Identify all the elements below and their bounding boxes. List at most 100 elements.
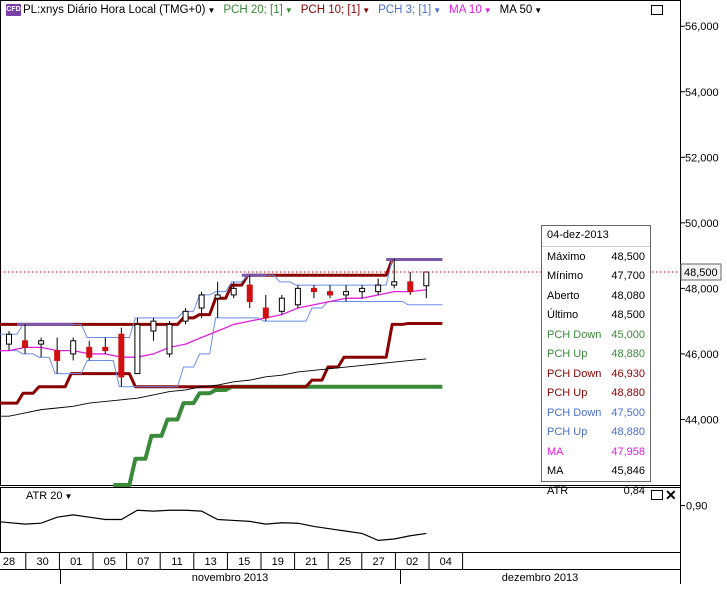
date-tick-label: 19 <box>272 556 284 568</box>
candle-body[interactable] <box>278 297 285 312</box>
date-tick-label: 28 <box>3 556 15 568</box>
date-tick-label: 30 <box>36 556 48 568</box>
candle-body[interactable] <box>359 287 366 293</box>
atr-indicator-label[interactable]: ATR 20 ▼ <box>26 490 72 502</box>
candle-body[interactable] <box>86 346 93 358</box>
candle-body[interactable] <box>70 340 77 355</box>
candle-body[interactable] <box>310 287 317 293</box>
price-tick-label: 44,000 <box>685 414 719 426</box>
date-tick-label: 15 <box>238 556 250 568</box>
candle-body[interactable] <box>118 333 125 378</box>
indicator-label: MA 50 <box>499 4 533 16</box>
data-window-row: PCH Down 45,000 <box>542 325 650 345</box>
month-label: dezembro 2013 <box>502 572 578 584</box>
data-window-value: 0,84 <box>623 484 645 497</box>
date-tick-label: 05 <box>104 556 116 568</box>
indicator-label: PCH 10; [1] <box>300 4 361 16</box>
candle-body[interactable] <box>423 271 430 287</box>
chevron-down-icon: ▼ <box>362 5 371 15</box>
data-window-label: PCH Up <box>547 387 588 400</box>
candle-body[interactable] <box>375 284 382 293</box>
data-window-label: ATR <box>547 484 569 497</box>
date-tick-label: 01 <box>70 556 82 568</box>
maximize-atr-pane-button[interactable] <box>651 490 663 500</box>
data-window-row: Máximo 48,500 <box>542 247 650 267</box>
data-window-value: 46,930 <box>611 367 645 380</box>
symbol-selector[interactable]: PL:xnys Diário Hora Local (TMG+0) ▼ <box>23 4 215 16</box>
atr-label-text: ATR 20 <box>26 490 63 502</box>
candle-body[interactable] <box>198 294 205 309</box>
data-window-value: 48,880 <box>611 387 645 400</box>
date-tick-label: 13 <box>204 556 216 568</box>
date-tick-label: 04 <box>440 556 452 568</box>
candle-body[interactable] <box>262 307 269 319</box>
data-window-value: 47,500 <box>611 406 645 419</box>
chevron-down-icon: ▼ <box>534 5 543 15</box>
candle-body[interactable] <box>102 346 109 352</box>
atr-tick-label: 0,90 <box>686 501 707 513</box>
data-window-value: 48,080 <box>611 289 645 302</box>
date-tick-label: 25 <box>339 556 351 568</box>
data-window-label: PCH Up <box>547 348 588 361</box>
month-label: novembro 2013 <box>192 572 268 584</box>
data-window-row: MA 47,958 <box>542 442 650 462</box>
data-window-value: 48,500 <box>611 309 645 322</box>
chart-legend: CFD PL:xnys Diário Hora Local (TMG+0) ▼ … <box>0 0 542 20</box>
data-window-row: ATR 0,84 <box>542 481 650 501</box>
candle-body[interactable] <box>327 291 333 296</box>
data-window-date: 04-dez-2013 <box>542 226 650 247</box>
candle-body[interactable] <box>246 284 253 302</box>
data-window-value: 47,958 <box>611 445 645 458</box>
date-tick-label: 02 <box>406 556 418 568</box>
candle-body[interactable] <box>38 340 45 345</box>
candle-body[interactable] <box>182 310 189 322</box>
data-window-label: Máximo <box>547 250 586 263</box>
candle-body[interactable] <box>166 323 173 355</box>
candle-body[interactable] <box>214 294 221 299</box>
date-tick-label: 11 <box>171 556 182 568</box>
symbol-label: PL:xnys Diário Hora Local (TMG+0) <box>23 4 206 16</box>
data-window-row: PCH Up 48,880 <box>542 384 650 404</box>
indicator-pch-20-1[interactable]: PCH 20; [1] ▼ <box>223 4 292 16</box>
data-window-value: 45,000 <box>611 328 645 341</box>
candle-body[interactable] <box>22 340 29 348</box>
chevron-down-icon: ▼ <box>207 5 216 15</box>
candle-body[interactable] <box>54 350 61 361</box>
indicator-pch-3-1[interactable]: PCH 3; [1] ▼ <box>378 4 441 16</box>
indicator-ma-10[interactable]: MA 10 ▼ <box>449 4 492 16</box>
indicator-label: MA 10 <box>449 4 482 16</box>
date-tick-label: 07 <box>137 556 149 568</box>
candle-body[interactable] <box>230 287 237 296</box>
price-tick-label: 56,000 <box>685 21 719 33</box>
candle-body[interactable] <box>134 323 141 375</box>
indicator-label: PCH 3; [1] <box>378 4 432 16</box>
data-window-row: MA 45,846 <box>542 462 650 482</box>
indicator-legend: PCH 20; [1] ▼ PCH 10; [1] ▼ PCH 3; [1] ▼ MA 10… <box>215 4 542 16</box>
date-tick-label: 21 <box>305 556 317 568</box>
data-window-label: PCH Up <box>547 426 588 439</box>
close-atr-pane-icon[interactable]: ✕ <box>665 488 677 502</box>
current-price-label: 48,500 <box>684 267 718 279</box>
candle-body[interactable] <box>343 291 350 296</box>
data-window-row: Aberto 48,080 <box>542 286 650 306</box>
candle-body[interactable] <box>6 333 12 345</box>
data-window-row: Mínimo 47,700 <box>542 267 650 287</box>
data-window-row: PCH Up 48,880 <box>542 423 650 443</box>
chevron-down-icon: ▼ <box>64 491 73 501</box>
candle-body[interactable] <box>407 281 414 293</box>
candle-body[interactable] <box>150 320 157 332</box>
candle-body[interactable] <box>391 281 398 286</box>
indicator-ma-50[interactable]: MA 50 ▼ <box>500 4 543 16</box>
data-window-value: 48,880 <box>611 348 645 361</box>
candle-body[interactable] <box>294 287 301 306</box>
maximize-price-pane-button[interactable] <box>651 5 663 15</box>
price-tick-label: 50,000 <box>685 218 719 230</box>
cfd-badge-icon: CFD <box>6 4 21 16</box>
data-window-row: PCH Up 48,880 <box>542 345 650 365</box>
data-window-value: 47,700 <box>611 270 645 283</box>
data-window-value: 48,500 <box>611 250 645 263</box>
data-window-value: 45,846 <box>611 465 645 478</box>
data-window-label: PCH Down <box>547 328 602 341</box>
data-window-row: Último 48,500 <box>542 306 650 326</box>
indicator-pch-10-1[interactable]: PCH 10; [1] ▼ <box>301 4 370 16</box>
